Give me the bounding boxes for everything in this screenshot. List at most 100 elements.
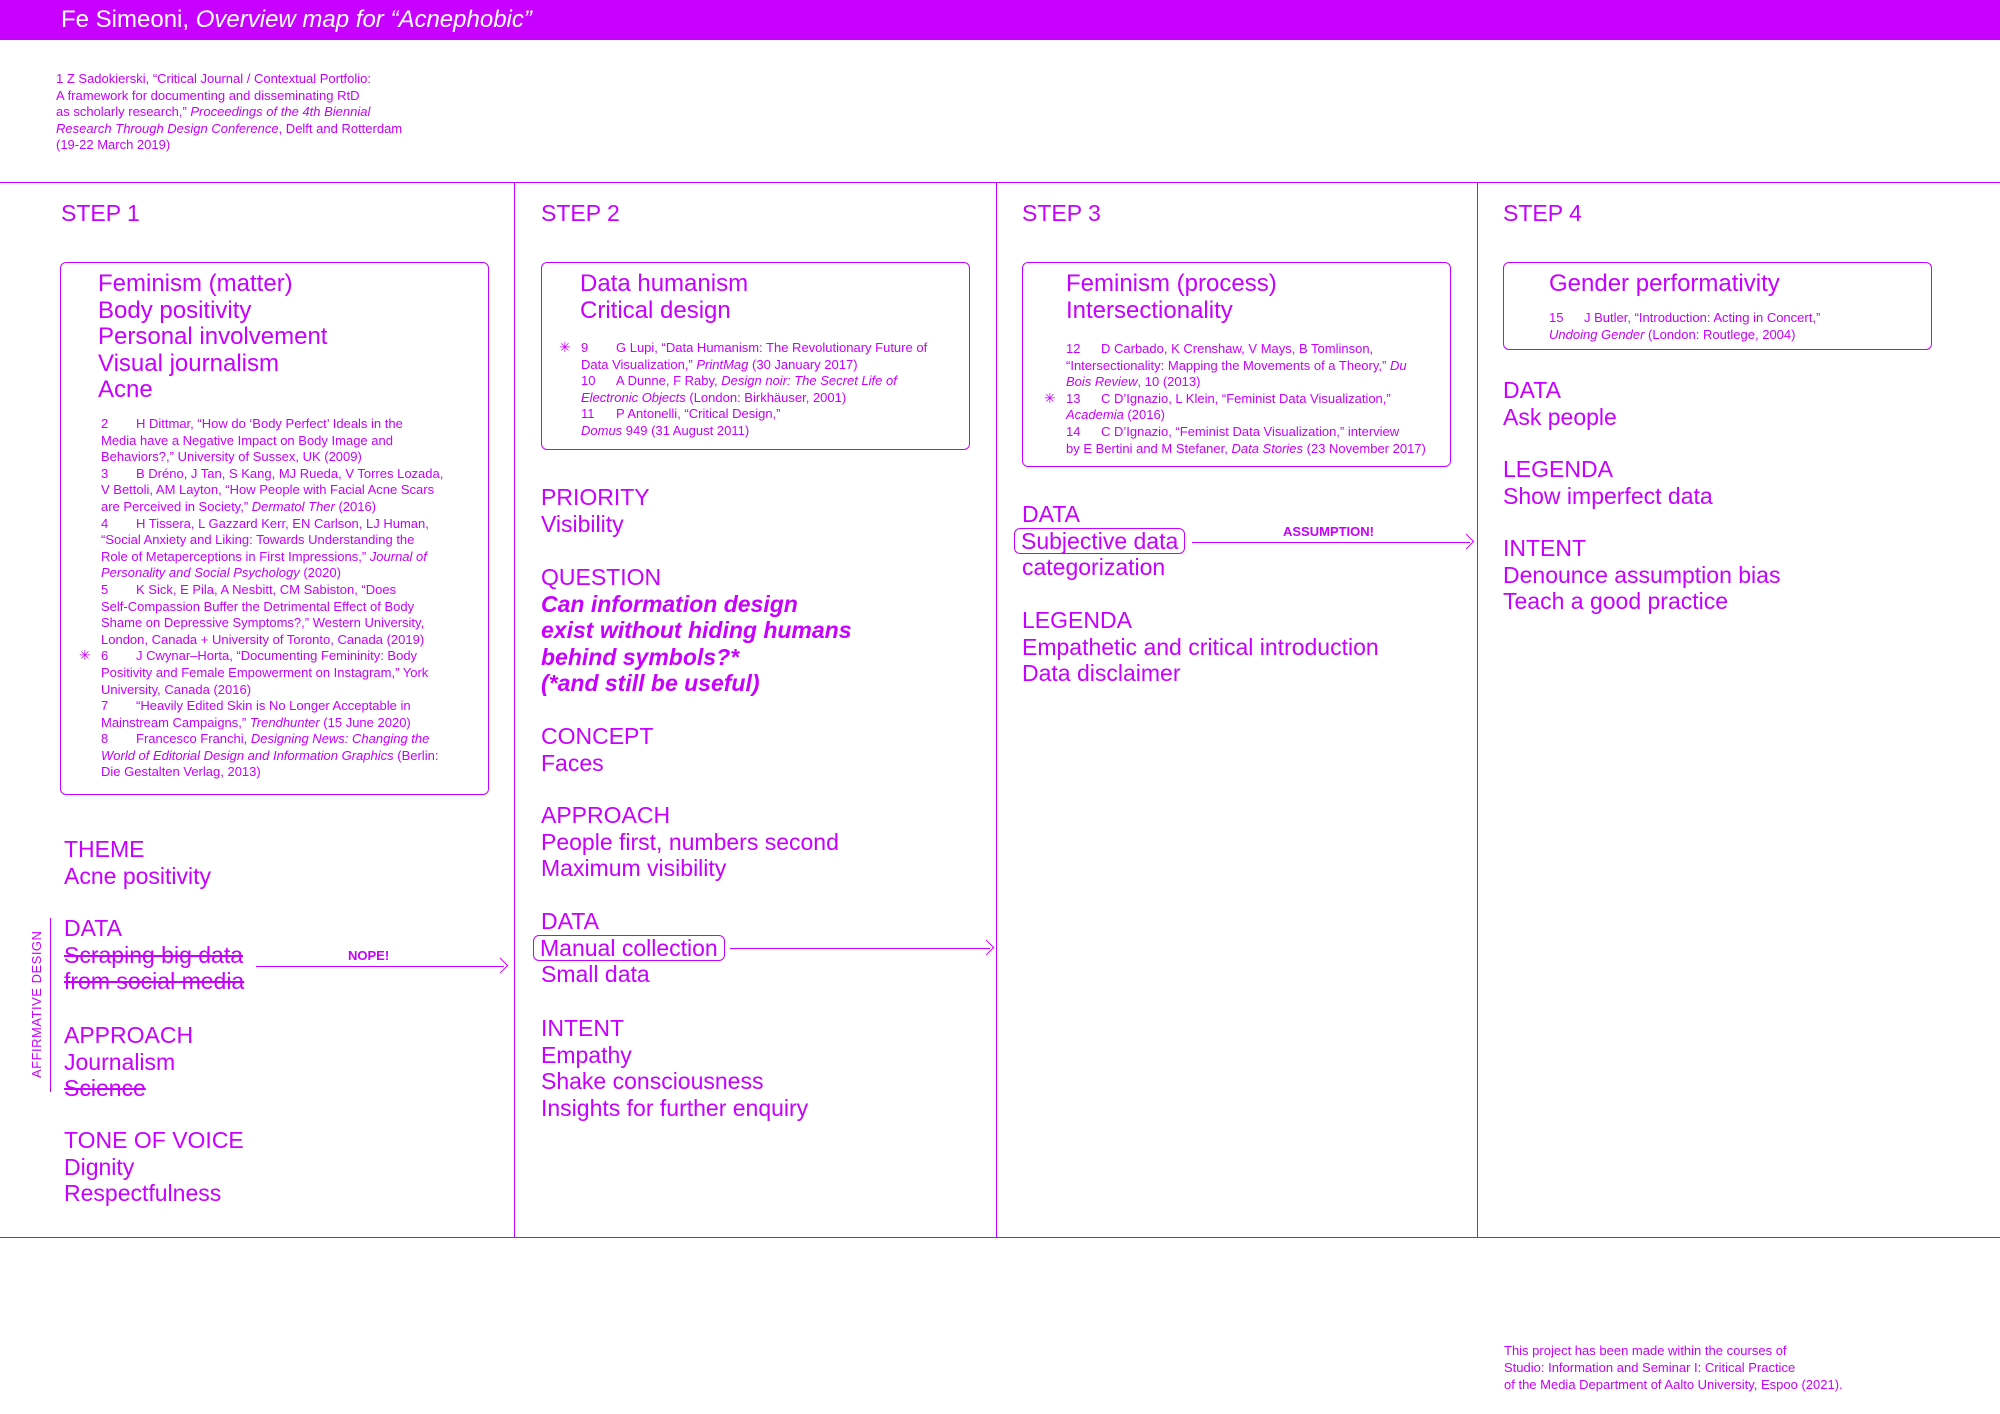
topic: Critical design xyxy=(580,296,731,324)
topic: Personal involvement xyxy=(98,323,328,350)
reference-line: Domus 949 (31 August 2011) xyxy=(581,422,750,438)
section-value: Shake consciousness xyxy=(541,1068,764,1094)
reference-11: 11 P Antonelli, “Critical Design,” xyxy=(581,406,781,422)
section-heading: LEGENDA xyxy=(1503,456,1613,482)
step-2-topics: Data humanism Critical design xyxy=(580,270,748,324)
reference-15: 15 J Butler, “Introduction: Acting in Con… xyxy=(1549,310,1821,325)
step-1-tone-of-voice: TONE OF VOICE Dignity Respectfulness xyxy=(64,1127,244,1207)
reference-line: Mainstream Campaigns,” Trendhunter (15 J… xyxy=(101,714,411,730)
section-heading: INTENT xyxy=(541,1015,625,1041)
footer-line: of the Media Department of Aalto Univers… xyxy=(1504,1376,1843,1392)
asterisk-icon: ✳ xyxy=(79,647,91,664)
top-divider xyxy=(0,182,2000,183)
ref-line: A framework for documenting and dissemin… xyxy=(56,87,360,103)
reference-line: Electronic Objects (London: Birkhäuser, … xyxy=(581,389,847,405)
reference-line: World of Editorial Design and Informatio… xyxy=(101,747,439,763)
topic: Visual journalism xyxy=(98,349,279,377)
topic: Acne xyxy=(98,376,153,403)
map-title: Overview map for “Acnephobic” xyxy=(195,6,532,33)
step-2-heading: STEP 2 xyxy=(541,200,620,226)
section-value: from social media xyxy=(64,968,245,994)
reference-line: Positivity and Female Empowerment on Ins… xyxy=(101,664,429,680)
step-2-question: QUESTION Can information design exist wi… xyxy=(541,564,852,697)
section-heading: CONCEPT xyxy=(541,723,654,749)
reference-line: Media have a Negative Impact on Body Ima… xyxy=(101,432,393,448)
column-divider xyxy=(996,182,997,1238)
affirmative-design-bracket xyxy=(50,918,51,1092)
affirmative-design-label: AFFIRMATIVE DESIGN xyxy=(29,930,44,1078)
section-heading: APPROACH xyxy=(64,1022,194,1048)
section-value: Maximum visibility xyxy=(541,855,727,881)
section-heading: THEME xyxy=(64,836,145,862)
step-2-references: ✳ 9 G Lupi, “Data Humanism: The Revolution… xyxy=(559,339,927,440)
step-1-approach: APPROACH Journalism Science xyxy=(64,1022,193,1102)
ref-line: as scholarly research,” Proceedings of t… xyxy=(56,104,371,119)
step-4-intent: INTENT Denounce assumption bias Teach a … xyxy=(1503,535,1780,615)
step-4-data: DATA Ask people xyxy=(1503,377,1617,430)
reference-7: 7 “Heavily Edited Skin is No Longer Accep… xyxy=(101,698,411,714)
step-3-heading: STEP 3 xyxy=(1022,200,1101,226)
step-2-data: DATA Manual collection Small data xyxy=(533,908,725,988)
reference-line: Bois Review, 10 (2013) xyxy=(1066,374,1201,390)
section-value: Respectfulness xyxy=(64,1180,222,1206)
section-value: Faces xyxy=(541,749,604,776)
topic: Gender performativity xyxy=(1549,270,1780,297)
step-3-references: 12 D Carbado, K Crenshaw, V Mays, B Tomli… xyxy=(1044,341,1426,457)
arrow-head-icon xyxy=(978,939,995,956)
topic: Intersectionality xyxy=(1066,296,1233,324)
step-3-topics: Feminism (process) Intersectionality xyxy=(1066,270,1277,324)
section-heading: QUESTION xyxy=(541,564,662,590)
section-heading: INTENT xyxy=(1503,535,1587,561)
ref-line: 1 Z Sadokierski, “Critical Journal / Con… xyxy=(56,71,372,86)
step-1-theme: THEME Acne positivity xyxy=(64,836,211,889)
section-value: Science xyxy=(64,1075,146,1101)
assumption-arrow xyxy=(1192,533,1475,550)
step-4-references: 15 J Butler, “Introduction: Acting in Con… xyxy=(1549,310,1820,343)
section-heading: DATA xyxy=(64,915,122,941)
section-heading: LEGENDA xyxy=(1022,607,1132,633)
section-value: Acne positivity xyxy=(64,862,212,889)
section-value: Scraping big data xyxy=(64,941,244,968)
reference-line: “Social Anxiety and Liking: Towards Unde… xyxy=(101,532,415,548)
section-value: Show imperfect data xyxy=(1503,482,1713,509)
question-line: exist without hiding humans xyxy=(541,617,852,643)
section-heading: DATA xyxy=(541,908,599,934)
reference-line: are Perceived in Society,” Dermatol Ther… xyxy=(101,498,377,514)
section-value: Empathy xyxy=(541,1041,632,1068)
step-2-approach: APPROACH People first, numbers second Ma… xyxy=(541,802,839,882)
nope-label: NOPE! xyxy=(348,948,390,963)
reference-line: London, Canada + University of Toronto, … xyxy=(101,631,425,647)
reference-5: 5K Sick, E Pila, A Nesbitt, CM Sabiston,… xyxy=(101,581,397,597)
column-divider xyxy=(1477,182,1478,1238)
subjective-data-pill: Subjective data xyxy=(1014,527,1186,554)
question-line: behind symbols?* xyxy=(541,643,740,670)
column-divider xyxy=(514,182,515,1238)
topic: Body positivity xyxy=(98,296,252,324)
reference-13: ✳ 13 C D’Ignazio, L Klein, “Feminist Data … xyxy=(1044,389,1391,406)
reference-line: University, Canada (2016) xyxy=(101,681,252,697)
footer-note: This project has been made within the co… xyxy=(1504,1343,1843,1393)
arrow-head-icon xyxy=(492,957,509,974)
reference-line: Undoing Gender (London: Routlege, 2004) xyxy=(1549,326,1796,342)
section-heading: APPROACH xyxy=(541,802,671,828)
nope-arrow xyxy=(256,957,509,974)
reference-10: 10 A Dunne, F Raby, Design noir: The Secr… xyxy=(581,373,897,389)
reference-line: Academia (2016) xyxy=(1066,407,1166,423)
reference-line: Role of Metaperceptions in First Impress… xyxy=(101,548,427,564)
topic: Feminism (matter) xyxy=(98,270,293,297)
page-title: Fe Simeoni, Overview map for “Acnephobic… xyxy=(61,7,532,33)
reference-line: “Intersectionality: Mapping the Movement… xyxy=(1066,357,1407,373)
section-value: Empathetic and critical introduction xyxy=(1022,633,1379,660)
footer-line: This project has been made within the co… xyxy=(1504,1343,1787,1358)
step-3-data: DATA Subjective data categorization xyxy=(1014,501,1186,581)
reference-line: Shame on Depressive Symptoms?,” Western … xyxy=(101,615,425,631)
step-3-legenda: LEGENDA Empathetic and critical introduc… xyxy=(1022,607,1379,687)
arrow-head-icon xyxy=(1458,533,1475,550)
section-value: Journalism xyxy=(64,1048,176,1075)
step-4-legenda: LEGENDA Show imperfect data xyxy=(1503,456,1713,509)
reference-3: 3B Dréno, J Tan, S Kang, MJ Rueda, V Tor… xyxy=(101,465,444,481)
assumption-label: ASSUMPTION! xyxy=(1283,524,1374,539)
section-value: categorization xyxy=(1022,554,1166,580)
title-bar: Fe Simeoni, Overview map for “Acnephobic… xyxy=(0,0,2000,40)
reference-6: ✳ 6 J Cwynar–Horta, “Documenting Femininit… xyxy=(79,647,418,664)
